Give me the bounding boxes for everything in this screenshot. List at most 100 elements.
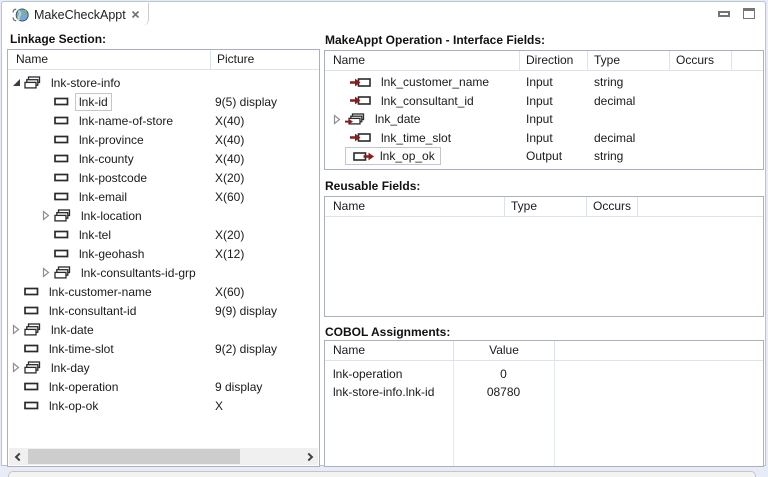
tree-item-label: lnk-geohash xyxy=(75,245,148,263)
tree-name-cell: lnk-location xyxy=(8,207,210,225)
table-row[interactable]: lnk-store-info.lnk-id08780 xyxy=(325,383,763,401)
field-item-icon xyxy=(54,135,69,144)
direction-value: Input xyxy=(519,94,587,108)
field-item-icon xyxy=(54,154,69,163)
tree-row[interactable]: lnk-geohash X(12) xyxy=(8,244,319,263)
group-item-icon xyxy=(24,76,41,89)
table-row[interactable]: lnk_customer_nameInputstring xyxy=(325,73,763,92)
scroll-left-button[interactable] xyxy=(9,448,26,465)
field-item-icon xyxy=(54,230,69,239)
tree-row[interactable]: lnk-emailX(60) xyxy=(8,187,319,206)
tree-row[interactable]: lnk-day xyxy=(8,358,319,377)
tree-row[interactable]: lnk-operation9 display xyxy=(8,377,319,396)
column-header-name[interactable]: Name xyxy=(325,51,519,70)
picture-value: 9(9) display xyxy=(210,304,319,318)
group-item-icon xyxy=(54,266,71,279)
close-icon[interactable] xyxy=(131,10,140,19)
chevron-right-icon xyxy=(304,452,312,460)
scrollbar-thumb[interactable] xyxy=(28,449,240,464)
cobol-assignments-title: COBOL Assignments: xyxy=(325,325,450,339)
tab-title: MakeCheckAppt xyxy=(34,8,126,22)
tree-row[interactable]: lnk-store-info xyxy=(8,73,319,92)
tree-item-label: lnk-id xyxy=(75,93,112,111)
column-header-occurs[interactable]: Occurs xyxy=(669,51,731,70)
collapsed-arrow-icon[interactable] xyxy=(12,324,24,335)
tree-row[interactable]: lnk-location xyxy=(8,206,319,225)
tree-row[interactable]: lnk-countyX(40) xyxy=(8,149,319,168)
tree-row[interactable]: lnk-date xyxy=(8,320,319,339)
type-value: string xyxy=(587,75,669,89)
expanded-arrow-icon[interactable] xyxy=(12,78,24,87)
column-header-name[interactable]: Name xyxy=(325,197,504,216)
tree-item-label: lnk-tel xyxy=(75,226,115,244)
tree-row[interactable]: lnk-telX(20) xyxy=(8,225,319,244)
tree-name-cell: lnk-store-info xyxy=(8,74,210,92)
tree-name-cell: lnk-tel xyxy=(8,226,210,244)
picture-value: 9(5) display xyxy=(210,95,319,109)
maximize-button[interactable] xyxy=(743,8,755,19)
tree-item-label: lnk-op-ok xyxy=(45,397,102,415)
picture-value: X(12) xyxy=(210,247,319,261)
cobol-assignments-table: Name Value lnk-operation0lnk-store-info.… xyxy=(324,340,764,467)
makecheckappt-view: MakeCheckAppt Linkage Section: Name Pict… xyxy=(1,1,766,466)
tree-row[interactable]: lnk-customer-nameX(60) xyxy=(8,282,319,301)
picture-value: X(40) xyxy=(210,152,319,166)
table-row[interactable]: lnk-operation0 xyxy=(325,365,763,383)
collapsed-arrow-icon[interactable] xyxy=(333,114,345,125)
field-item-icon xyxy=(24,306,39,315)
interface-fields-title: MakeAppt Operation - Interface Fields: xyxy=(325,33,545,47)
tab-makecheckappt[interactable]: MakeCheckAppt xyxy=(5,3,149,26)
tree-row[interactable]: lnk-name-of-storeX(40) xyxy=(8,111,319,130)
tree-row[interactable]: lnk-consultant-id9(9) display xyxy=(8,301,319,320)
column-header-name[interactable]: Name xyxy=(8,50,210,69)
column-header-direction[interactable]: Direction xyxy=(519,51,587,70)
direction-value: Input xyxy=(519,131,587,145)
column-header-picture[interactable]: Picture xyxy=(210,50,319,69)
field-name-label: lnk_op_ok xyxy=(380,149,435,163)
field-item-icon xyxy=(54,116,69,125)
tree-row[interactable]: lnk-provinceX(40) xyxy=(8,130,319,149)
assignment-name: lnk-operation xyxy=(325,367,453,381)
output-field-icon xyxy=(353,151,374,162)
field-name-cell: lnk_time_slot xyxy=(325,129,519,147)
table-row[interactable]: lnk_consultant_idInputdecimal xyxy=(325,92,763,111)
selected-field: lnk_op_ok xyxy=(345,147,441,165)
field-item-icon xyxy=(54,173,69,182)
direction-value: Output xyxy=(519,149,587,163)
table-row[interactable]: lnk_dateInput xyxy=(325,110,763,129)
tree-row[interactable]: lnk-consultants-id-grp xyxy=(8,263,319,282)
column-header-value[interactable]: Value xyxy=(453,341,554,360)
horizontal-scrollbar[interactable] xyxy=(9,448,318,465)
view-controls xyxy=(718,8,755,19)
field-name-cell: lnk_date xyxy=(325,110,519,128)
column-header-type[interactable]: Type xyxy=(587,51,669,70)
tree-row[interactable]: lnk-postcodeX(20) xyxy=(8,168,319,187)
collapsed-arrow-icon[interactable] xyxy=(42,210,54,221)
tree-name-cell: lnk-day xyxy=(8,359,210,377)
tree-name-cell: lnk-county xyxy=(8,150,210,168)
collapsed-arrow-icon[interactable] xyxy=(12,362,24,373)
tree-row[interactable]: lnk-op-ok X xyxy=(8,396,319,415)
type-value: decimal xyxy=(587,131,669,145)
reusable-fields-title: Reusable Fields: xyxy=(325,179,420,193)
stacked-view-edge[interactable] xyxy=(8,471,756,477)
column-header-type[interactable]: Type xyxy=(504,197,586,216)
column-header-name[interactable]: Name xyxy=(325,341,453,360)
tree-item-label: lnk-postcode xyxy=(75,169,151,187)
column-header-occurs[interactable]: Occurs xyxy=(586,197,637,216)
cobol-assignments-body: lnk-operation0lnk-store-info.lnk-id08780 xyxy=(325,361,763,401)
tab-bar: MakeCheckAppt xyxy=(2,2,765,26)
tree-row[interactable]: lnk-id 9(5) display xyxy=(8,92,319,111)
collapsed-arrow-icon[interactable] xyxy=(42,267,54,278)
picture-value: X xyxy=(210,399,319,413)
linkage-section-title: Linkage Section: xyxy=(10,32,106,46)
table-row[interactable]: lnk_op_okOutputstring xyxy=(325,147,763,166)
scroll-right-button[interactable] xyxy=(301,448,318,465)
field-item-icon xyxy=(24,382,39,391)
picture-value: 9(2) display xyxy=(210,342,319,356)
tree-name-cell: lnk-consultants-id-grp xyxy=(8,264,210,282)
table-row[interactable]: lnk_time_slotInputdecimal xyxy=(325,129,763,148)
tree-row[interactable]: lnk-time-slot9(2) display xyxy=(8,339,319,358)
minimize-button[interactable] xyxy=(718,11,730,17)
field-item-icon xyxy=(24,287,39,296)
